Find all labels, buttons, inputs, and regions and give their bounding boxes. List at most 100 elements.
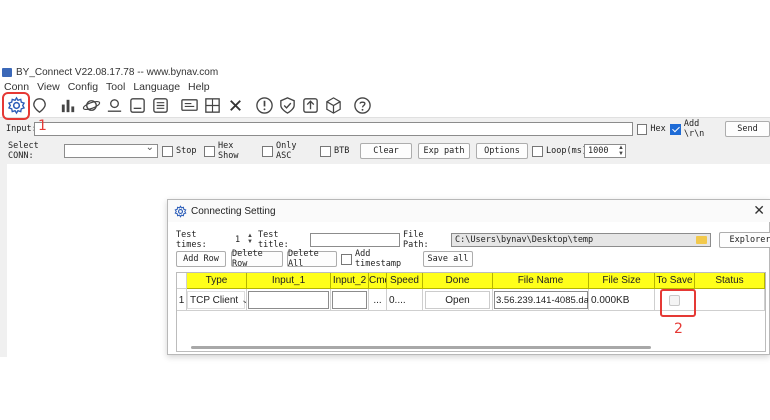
- file-path-label: File Path:: [403, 230, 429, 250]
- col-input-2[interactable]: Input_2: [331, 273, 369, 289]
- btb-label: BTB: [334, 146, 350, 156]
- clear-button[interactable]: Clear: [360, 143, 412, 159]
- hex-label: Hex: [650, 124, 666, 134]
- shield-check-icon[interactable]: [276, 95, 298, 117]
- col-type[interactable]: Type: [187, 273, 247, 289]
- input-label: Input:: [6, 124, 37, 134]
- input-1-cell[interactable]: [247, 289, 331, 311]
- col-to-save[interactable]: To Save: [655, 273, 695, 289]
- delete-row-button[interactable]: Delete Row: [231, 249, 283, 269]
- add-timestamp-label: Add timestamp: [355, 249, 402, 269]
- screen-icon[interactable]: [178, 95, 200, 117]
- speed-cell: 0....: [387, 289, 423, 311]
- to-save-highlight-box: [660, 289, 696, 317]
- type-select[interactable]: TCP Client ⌄: [187, 291, 246, 309]
- test-title-input[interactable]: [310, 233, 400, 247]
- cmd-cell[interactable]: ...: [369, 289, 387, 311]
- help-icon[interactable]: [351, 95, 373, 117]
- bar-chart-icon[interactable]: [57, 95, 79, 117]
- loop-label: Loop(ms): [546, 146, 587, 156]
- done-cell[interactable]: Open: [423, 289, 493, 311]
- menu-conn[interactable]: Conn: [0, 80, 33, 94]
- exp-path-button[interactable]: Exp path: [418, 143, 470, 159]
- dialog-settings-row: Test times: 1 ▲ ▼ Test title: File Path: …: [176, 230, 770, 250]
- upload-icon[interactable]: [299, 95, 321, 117]
- file-path-value: C:\Users\bynav\Desktop\temp: [455, 235, 594, 245]
- btb-checkbox[interactable]: [320, 145, 331, 157]
- location-pin-icon[interactable]: [28, 95, 50, 117]
- settings-gear-icon[interactable]: [2, 91, 30, 120]
- row-index-header: [177, 273, 187, 289]
- type-value: TCP Client: [190, 294, 239, 306]
- dialog-title-bar: Connecting Setting ✕: [168, 200, 770, 222]
- image-icon[interactable]: [126, 95, 148, 117]
- close-icon[interactable]: ✕: [753, 202, 765, 219]
- hex-show-checkbox[interactable]: [204, 145, 215, 157]
- input-2-field[interactable]: [332, 291, 367, 309]
- type-cell[interactable]: TCP Client ⌄: [187, 289, 247, 311]
- loop-ms-spinbox[interactable]: 1000 ▲ ▼: [584, 144, 626, 158]
- dialog-gear-icon: [174, 204, 187, 218]
- list-icon[interactable]: [149, 95, 171, 117]
- dialog-title: Connecting Setting: [191, 205, 276, 217]
- col-cmd[interactable]: Cmd: [369, 273, 387, 289]
- grid-icon[interactable]: [201, 95, 223, 117]
- col-file-name[interactable]: File Name: [493, 273, 589, 289]
- test-times-spinbox[interactable]: 1 ▲ ▼: [232, 233, 254, 247]
- col-speed[interactable]: Speed: [387, 273, 423, 289]
- planet-icon[interactable]: [80, 95, 102, 117]
- test-times-arrows-icon[interactable]: ▲ ▼: [247, 233, 253, 245]
- spin-arrows-icon[interactable]: ▲ ▼: [618, 145, 624, 157]
- title-bar: BY_Connect V22.08.17.78 -- www.bynav.com: [0, 64, 770, 80]
- input-2-cell[interactable]: [331, 289, 369, 311]
- col-input-1[interactable]: Input_1: [247, 273, 331, 289]
- add-row-button[interactable]: Add Row: [176, 251, 226, 267]
- horizontal-scrollbar[interactable]: [191, 346, 651, 349]
- input-1-field[interactable]: [248, 291, 329, 309]
- col-done[interactable]: Done: [423, 273, 493, 289]
- table-header: Type Input_1 Input_2 Cmd Speed Done File…: [177, 273, 765, 289]
- command-input[interactable]: [34, 122, 633, 136]
- dialog-actions-row: Add Row Delete Row Delete All Add timest…: [176, 249, 473, 269]
- col-file-size[interactable]: File Size: [589, 273, 655, 289]
- add-rn-checkbox[interactable]: [670, 123, 681, 135]
- conn-select[interactable]: [64, 142, 158, 158]
- add-timestamp-checkbox[interactable]: [341, 253, 352, 265]
- add-rn-label: Add \r\n: [683, 119, 705, 139]
- test-times-value: 1: [235, 235, 241, 245]
- explorer-button[interactable]: Explorer: [719, 232, 770, 248]
- x-icon[interactable]: [224, 95, 246, 117]
- annotation-2: 2: [674, 321, 683, 337]
- options-button[interactable]: Options: [476, 143, 528, 159]
- toolbar: [0, 91, 770, 120]
- open-button[interactable]: Open: [425, 291, 490, 309]
- menu-view[interactable]: View: [33, 80, 64, 94]
- menu-bar: Conn View Config Tool Language Help: [0, 80, 770, 94]
- alert-icon[interactable]: [253, 95, 275, 117]
- menu-help[interactable]: Help: [184, 80, 214, 94]
- cube-icon[interactable]: [322, 95, 344, 117]
- row-index: 1: [177, 289, 187, 311]
- loop-checkbox[interactable]: [532, 145, 543, 157]
- file-name-cell[interactable]: 3.56.239.141-4085.dat: [493, 289, 589, 311]
- only-asc-label: Only ASC: [276, 141, 297, 161]
- file-path-input[interactable]: C:\Users\bynav\Desktop\temp: [451, 233, 711, 247]
- file-size-cell: 0.000KB: [589, 289, 655, 311]
- save-all-button[interactable]: Save all: [423, 251, 473, 267]
- send-button[interactable]: Send: [724, 121, 770, 137]
- test-title-label: Test title:: [258, 230, 289, 250]
- folder-icon[interactable]: [696, 236, 707, 244]
- connecting-setting-dialog: Connecting Setting ✕ Test times: 1 ▲ ▼ Te…: [167, 199, 770, 355]
- map-pin-icon[interactable]: [103, 95, 125, 117]
- hex-checkbox[interactable]: [636, 123, 648, 135]
- file-name-field[interactable]: 3.56.239.141-4085.dat: [494, 291, 588, 309]
- menu-tool[interactable]: Tool: [102, 80, 129, 94]
- window-title: BY_Connect V22.08.17.78 -- www.bynav.com: [16, 66, 219, 78]
- only-asc-checkbox[interactable]: [262, 145, 273, 157]
- status-cell: [695, 289, 765, 311]
- delete-all-button[interactable]: Delete All: [287, 249, 337, 269]
- menu-language[interactable]: Language: [129, 80, 184, 94]
- stop-checkbox[interactable]: [162, 145, 173, 157]
- menu-config[interactable]: Config: [64, 80, 102, 94]
- col-status[interactable]: Status: [695, 273, 765, 289]
